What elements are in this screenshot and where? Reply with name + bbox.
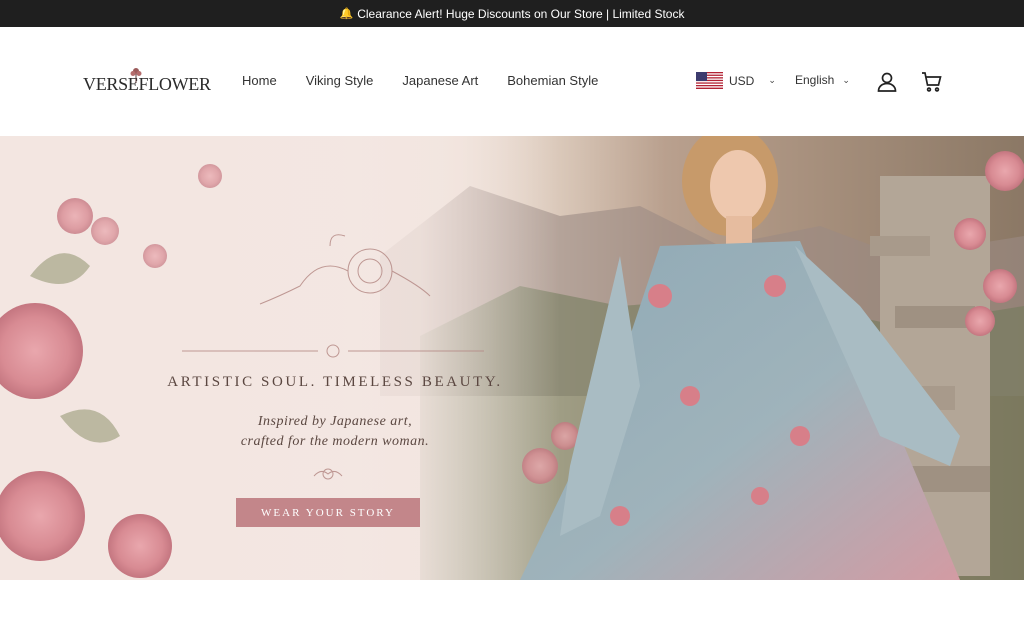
currency-selector[interactable]: USD ⌄: [696, 72, 776, 89]
bell-icon: 🔔: [339, 8, 354, 20]
hero-title: ARTISTIC SOUL. TIMELESS BEAUTY.: [167, 374, 503, 390]
nav-home[interactable]: Home: [242, 73, 277, 88]
main-nav: Home Viking Style Japanese Art Bohemian …: [242, 73, 598, 88]
us-flag-icon: [696, 72, 723, 89]
hero-banner: ARTISTIC SOUL. TIMELESS BEAUTY. Inspired…: [0, 136, 1024, 580]
hero-subtitle-line2: crafted for the modern woman.: [240, 434, 430, 449]
announcement-text: Clearance Alert! Huge Discounts on Our S…: [357, 6, 685, 21]
site-header: VERSEFLOWER Home Viking Style Japanese A…: [0, 27, 1024, 136]
logo[interactable]: VERSEFLOWER: [83, 67, 211, 101]
logo-flower-icon: [130, 68, 142, 83]
chevron-down-icon: ⌄: [768, 75, 776, 85]
wear-your-story-button[interactable]: WEAR YOUR STORY: [236, 498, 420, 527]
hero-subtitle: Inspired by Japanese art, crafted for th…: [140, 412, 530, 452]
nav-bohemian-style[interactable]: Bohemian Style: [507, 73, 598, 88]
account-icon[interactable]: [875, 70, 899, 94]
logo-text: VERSEFLOWER: [83, 74, 211, 94]
language-selector[interactable]: English ⌄: [795, 73, 850, 87]
cart-icon[interactable]: [920, 70, 944, 94]
currency-code: USD: [729, 73, 755, 88]
nav-viking-style[interactable]: Viking Style: [306, 73, 374, 88]
hero-image: [0, 136, 1024, 580]
hero-subtitle-line1: Inspired by Japanese art,: [257, 414, 413, 429]
announcement-bar: 🔔 Clearance Alert! Huge Discounts on Our…: [0, 0, 1024, 27]
chevron-down-icon: ⌄: [842, 74, 850, 85]
nav-japanese-art[interactable]: Japanese Art: [402, 73, 478, 88]
language-label: English: [795, 73, 835, 87]
